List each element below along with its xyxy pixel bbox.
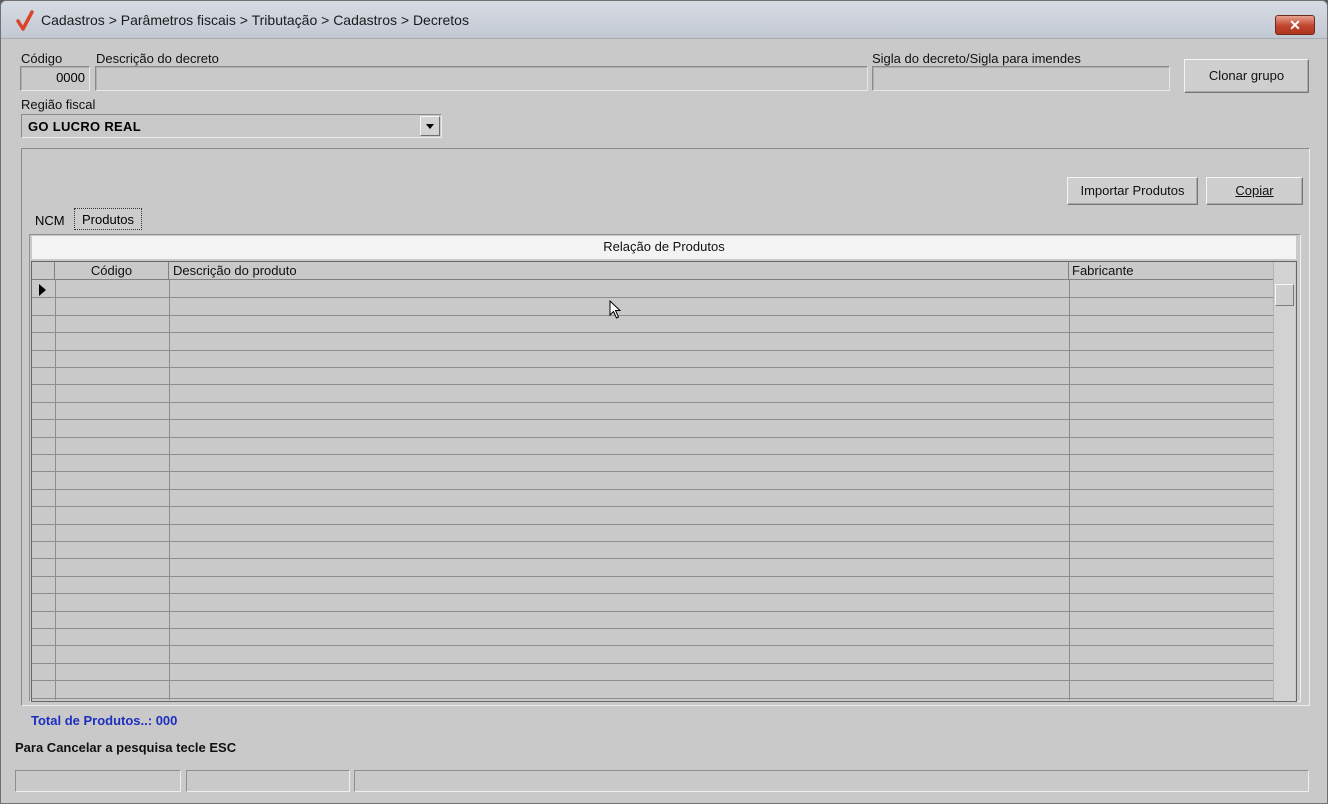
- title-bar: Cadastros > Parâmetros fiscais > Tributa…: [1, 1, 1327, 39]
- grid-row-divider: [32, 367, 1274, 368]
- grid-row-divider: [32, 350, 1274, 351]
- grid-row-divider: [32, 576, 1274, 577]
- total-produtos: Total de Produtos..: 000: [31, 713, 178, 728]
- close-button[interactable]: ✕: [1275, 15, 1315, 35]
- regiao-fiscal-value: GO LUCRO REAL: [28, 119, 141, 134]
- sigla-field[interactable]: [872, 66, 1170, 91]
- descricao-field[interactable]: [95, 66, 868, 91]
- grid-row-divider: [32, 506, 1274, 507]
- client-area: Código 0000 Descrição do decreto Sigla d…: [9, 41, 1319, 797]
- window-title: Cadastros > Parâmetros fiscais > Tributa…: [41, 12, 469, 28]
- decretos-window: Cadastros > Parâmetros fiscais > Tributa…: [0, 0, 1328, 804]
- grid-row-divider: [32, 558, 1274, 559]
- current-row-indicator-icon: [39, 284, 46, 296]
- codigo-label: Código: [21, 51, 63, 66]
- indicator-column-header: [32, 262, 55, 280]
- grid-title: Relação de Produtos: [32, 236, 1296, 259]
- copiar-button[interactable]: Copiar: [1206, 177, 1303, 205]
- sigla-label: Sigla do decreto/Sigla para imendes: [872, 51, 1081, 66]
- grid-row-divider: [32, 628, 1274, 629]
- cancel-hint: Para Cancelar a pesquisa tecle ESC: [15, 740, 237, 755]
- vertical-scrollbar[interactable]: [1273, 262, 1295, 701]
- grid-row-divider: [32, 384, 1274, 385]
- grid-row-divider: [32, 454, 1274, 455]
- grid-row-divider: [32, 663, 1274, 664]
- scrollbar-thumb[interactable]: [1275, 284, 1294, 306]
- tab-ncm[interactable]: NCM: [31, 208, 69, 232]
- app-logo-icon: [16, 10, 34, 31]
- status-panel-3: [354, 770, 1309, 792]
- grid-row-divider: [32, 680, 1274, 681]
- grid-column-divider: [169, 280, 170, 700]
- grid-column-divider: [1069, 280, 1070, 700]
- grid-row-divider: [32, 437, 1274, 438]
- importar-produtos-button[interactable]: Importar Produtos: [1067, 177, 1198, 205]
- clonar-grupo-button[interactable]: Clonar grupo: [1184, 59, 1309, 93]
- produtos-grid-container: Relação de Produtos Código Descrição do …: [29, 234, 1301, 702]
- grid-row-divider: [32, 611, 1274, 612]
- tab-produtos[interactable]: Produtos: [74, 208, 143, 230]
- grid-row-divider: [32, 541, 1274, 542]
- grid-row-divider: [32, 471, 1274, 472]
- mouse-cursor-icon: [609, 300, 622, 319]
- grid-row-divider: [32, 419, 1274, 420]
- grid-column-divider: [55, 280, 56, 700]
- column-header-fabricante[interactable]: Fabricante: [1069, 262, 1274, 280]
- grid-row-divider: [32, 402, 1274, 403]
- status-panel-2: [186, 770, 350, 792]
- grid-row-divider: [32, 524, 1274, 525]
- regiao-fiscal-select[interactable]: GO LUCRO REAL: [21, 114, 442, 138]
- grid-row-divider: [32, 332, 1274, 333]
- column-header-codigo[interactable]: Código: [55, 262, 169, 280]
- column-header-descricao[interactable]: Descrição do produto: [169, 262, 1069, 280]
- grid-row-divider: [32, 489, 1274, 490]
- grid-row-divider: [32, 698, 1274, 699]
- grid-row-divider: [32, 593, 1274, 594]
- produtos-table[interactable]: Código Descrição do produto Fabricante: [31, 261, 1297, 702]
- grid-row-divider: [32, 315, 1274, 316]
- codigo-field[interactable]: 0000: [20, 66, 90, 91]
- grid-row-divider: [32, 297, 1274, 298]
- status-panel-1: [15, 770, 181, 792]
- descricao-label: Descrição do decreto: [96, 51, 219, 66]
- regiao-fiscal-label: Região fiscal: [21, 97, 96, 112]
- chevron-down-icon[interactable]: [420, 116, 440, 136]
- grid-row-divider: [32, 645, 1274, 646]
